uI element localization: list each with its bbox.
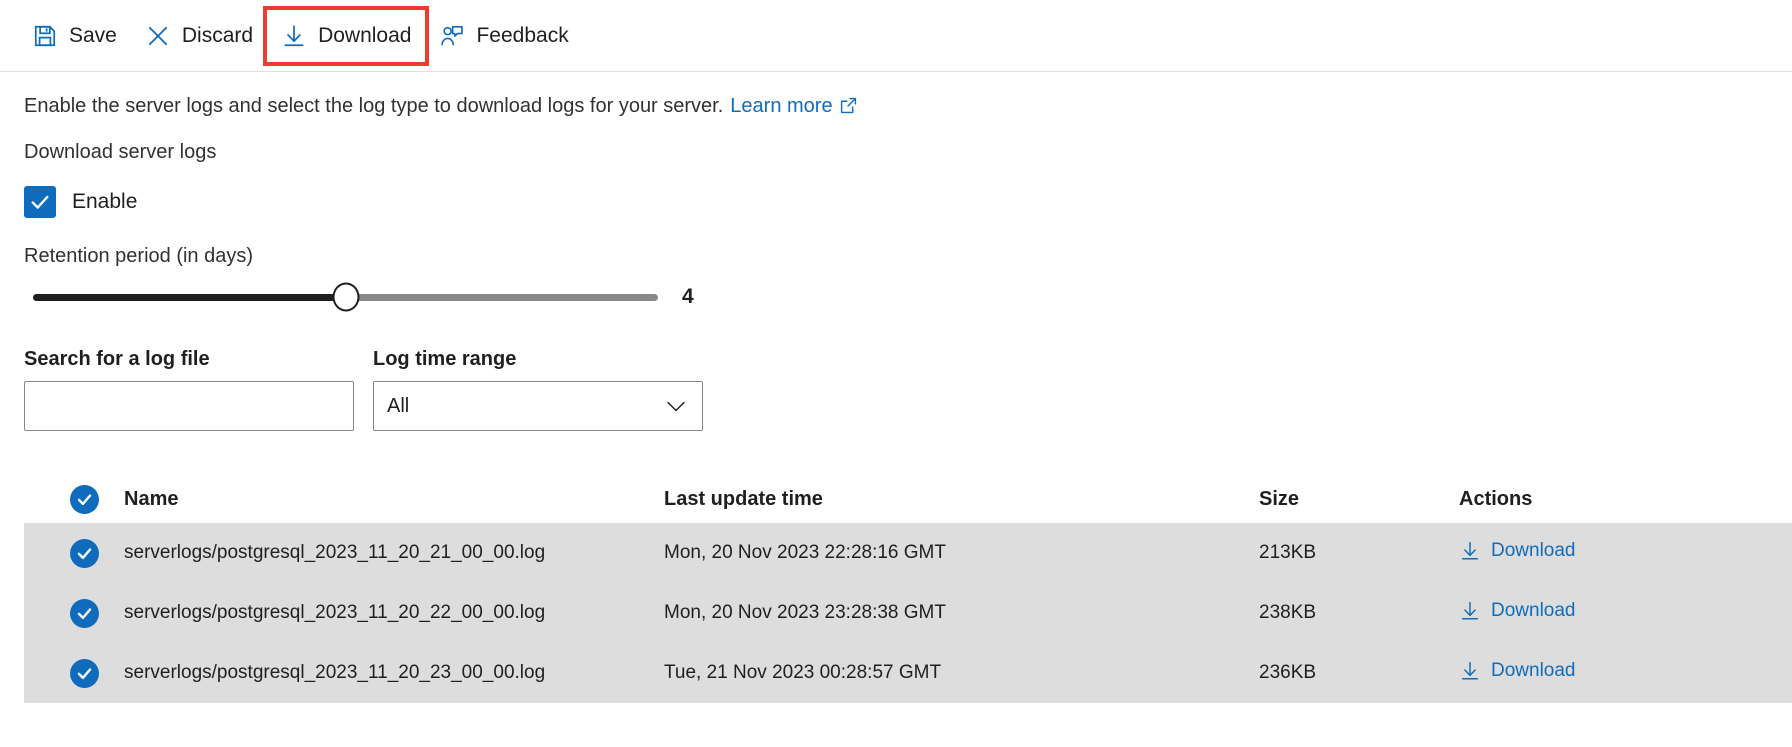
column-header-name[interactable]: Name xyxy=(124,488,664,511)
row-download-link[interactable]: Download xyxy=(1459,600,1576,622)
table-header-row: Name Last update time Size Actions xyxy=(24,475,1792,523)
table-row[interactable]: serverlogs/postgresql_2023_11_20_21_00_0… xyxy=(24,523,1792,583)
row-checkbox[interactable] xyxy=(70,658,99,688)
learn-more-label: Learn more xyxy=(730,95,833,117)
checkmark-icon xyxy=(24,186,56,218)
retention-slider-row: 4 xyxy=(33,282,1792,312)
table-row[interactable]: serverlogs/postgresql_2023_11_20_22_00_0… xyxy=(24,583,1792,643)
feedback-button[interactable]: Feedback xyxy=(425,10,582,62)
time-range-label: Log time range xyxy=(373,348,517,370)
row-checkbox[interactable] xyxy=(70,538,99,568)
close-icon xyxy=(145,23,171,49)
description-text: Enable the server logs and select the lo… xyxy=(24,95,724,117)
search-input-label: Search for a log file xyxy=(24,348,210,370)
cell-name: serverlogs/postgresql_2023_11_20_23_00_0… xyxy=(124,662,546,683)
row-select-cell xyxy=(24,658,124,688)
save-button-label: Save xyxy=(69,24,117,47)
slider-thumb[interactable] xyxy=(332,282,359,312)
cell-actions: Download xyxy=(1459,600,1759,627)
retention-period-label: Retention period (in days) xyxy=(24,245,254,267)
row-download-label: Download xyxy=(1491,599,1576,621)
cell-actions: Download xyxy=(1459,660,1759,687)
search-input[interactable] xyxy=(24,381,354,431)
time-range-field-group: Log time range All xyxy=(373,348,703,431)
download-icon xyxy=(281,23,307,49)
column-header-actions: Actions xyxy=(1459,487,1533,510)
discard-button[interactable]: Discard xyxy=(131,10,267,62)
save-button[interactable]: Save xyxy=(18,10,131,62)
time-range-selected-value: All xyxy=(387,394,410,417)
discard-button-label: Discard xyxy=(181,24,254,47)
command-toolbar: Save Discard Download Feedback xyxy=(0,0,1792,72)
column-header-last-update-time[interactable]: Last update time xyxy=(664,488,1259,511)
feedback-button-label: Feedback xyxy=(476,24,569,47)
retention-slider[interactable] xyxy=(33,282,658,312)
row-select-cell xyxy=(24,598,124,628)
save-icon xyxy=(32,23,58,49)
download-server-logs-label: Download server logs xyxy=(24,141,217,163)
table-row[interactable]: serverlogs/postgresql_2023_11_20_23_00_0… xyxy=(24,643,1792,703)
download-icon xyxy=(1459,660,1481,682)
row-download-label: Download xyxy=(1491,659,1576,681)
log-files-table: Name Last update time Size Actions serve… xyxy=(24,475,1792,703)
row-download-link[interactable]: Download xyxy=(1459,540,1576,562)
download-icon xyxy=(1459,600,1481,622)
cell-last-update-time: Tue, 21 Nov 2023 00:28:57 GMT xyxy=(664,662,942,683)
row-download-link[interactable]: Download xyxy=(1459,660,1576,682)
chevron-down-icon xyxy=(664,394,688,418)
learn-more-link[interactable]: Learn more xyxy=(730,94,856,118)
slider-fill xyxy=(33,293,346,301)
cell-size: 236KB xyxy=(1259,662,1317,683)
cell-last-update-time: Mon, 20 Nov 2023 22:28:16 GMT xyxy=(664,542,946,563)
external-link-icon xyxy=(840,96,857,114)
cell-last-update-time: Mon, 20 Nov 2023 23:28:38 GMT xyxy=(664,602,946,623)
search-field-group: Search for a log file xyxy=(24,348,354,431)
enable-checkbox-label: Enable xyxy=(72,190,138,213)
cell-name: serverlogs/postgresql_2023_11_20_21_00_0… xyxy=(124,542,546,563)
filters-row: Search for a log file Log time range All xyxy=(24,348,1792,431)
row-checkbox[interactable] xyxy=(70,598,99,628)
select-all-checkbox[interactable] xyxy=(70,484,99,514)
enable-checkbox[interactable]: Enable xyxy=(24,186,137,218)
retention-value: 4 xyxy=(682,285,694,308)
main-content: Enable the server logs and select the lo… xyxy=(0,94,1792,703)
column-header-size[interactable]: Size xyxy=(1259,488,1459,511)
cell-size: 238KB xyxy=(1259,602,1317,623)
row-download-label: Download xyxy=(1491,539,1576,561)
cell-name: serverlogs/postgresql_2023_11_20_22_00_0… xyxy=(124,602,546,623)
download-icon xyxy=(1459,540,1481,562)
download-button[interactable]: Download xyxy=(263,5,430,66)
time-range-select[interactable]: All xyxy=(373,381,703,431)
cell-actions: Download xyxy=(1459,540,1759,567)
cell-size: 213KB xyxy=(1259,542,1317,563)
download-button-label: Download xyxy=(318,24,412,47)
select-all-cell xyxy=(24,484,124,514)
row-select-cell xyxy=(24,538,124,568)
feedback-icon xyxy=(439,23,465,49)
description-row: Enable the server logs and select the lo… xyxy=(24,94,1792,118)
